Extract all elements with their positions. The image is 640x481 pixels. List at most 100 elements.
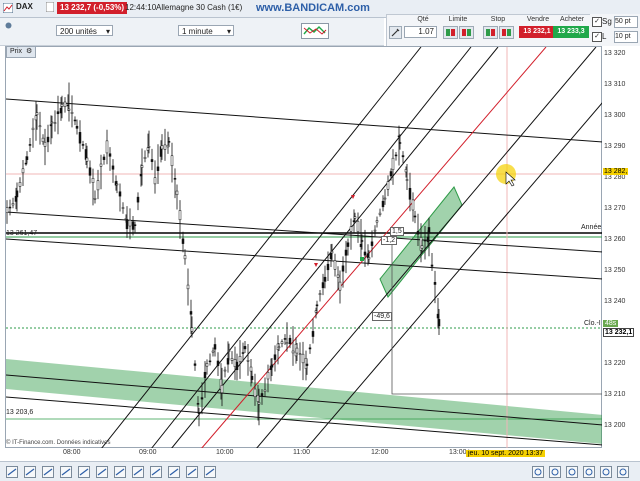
sg-checkbox[interactable]: ✓ [592, 17, 602, 27]
candle-body [38, 125, 42, 128]
l-value-input[interactable]: 10 pt [614, 31, 638, 43]
countdown-badge: 48s [603, 320, 619, 327]
measure-label-2: -49,6 [372, 312, 392, 321]
stop-edit-button[interactable] [499, 26, 514, 39]
candle-body [88, 167, 92, 176]
chart-toolbar: 200 unités ▾ 1 minute ▾ [0, 18, 384, 46]
candle-body [238, 356, 242, 362]
candle-body [56, 111, 60, 115]
regression-band [6, 359, 603, 444]
print-icon[interactable] [600, 466, 612, 480]
units-select[interactable]: 200 unités ▾ [56, 25, 113, 36]
lock-icon[interactable] [204, 466, 216, 480]
arrow-left-icon[interactable] [6, 466, 18, 480]
ellipse-icon[interactable] [150, 466, 162, 480]
qty-input[interactable]: 1.07 [404, 26, 437, 38]
close-icon[interactable] [617, 466, 629, 480]
time-tick: 08:00 [63, 449, 81, 456]
candle-body [133, 224, 137, 226]
candle-body [78, 132, 82, 144]
candle-body [411, 199, 415, 211]
candle-body [375, 220, 379, 223]
candle-body [336, 274, 340, 278]
interval-select[interactable]: 1 minute ▾ [178, 25, 234, 36]
zoom-in-icon[interactable] [532, 466, 544, 480]
eraser-icon[interactable] [186, 466, 198, 480]
trend-line [5, 98, 604, 143]
fib-icon[interactable] [132, 466, 144, 480]
l-checkbox[interactable]: ✓ [592, 32, 602, 42]
candle-body [147, 146, 151, 148]
candle-body [5, 207, 9, 213]
candle-body [257, 402, 261, 405]
fit-icon[interactable] [566, 466, 578, 480]
sg-label: Sg [602, 17, 612, 26]
candle-body [81, 144, 85, 146]
expand-icon[interactable] [583, 466, 595, 480]
candle-body [318, 293, 322, 296]
line-tool-icon[interactable] [42, 466, 54, 480]
measure-box [391, 237, 603, 395]
candle-body [321, 282, 325, 289]
candle-body [125, 219, 129, 230]
candle-body [298, 353, 302, 355]
buy-button[interactable]: 13 233,3 [553, 26, 589, 38]
candle-body [21, 168, 25, 174]
candle-body [93, 198, 97, 200]
price-tick: 13 290 [604, 143, 626, 150]
text-tool-icon[interactable] [114, 466, 126, 480]
candle-body [427, 227, 431, 234]
candle-body [378, 212, 382, 215]
hover-price-badge: 13 282, [603, 168, 629, 175]
candle-body [398, 142, 402, 144]
sl-settings: ✓ Sg 50 pt ✓ L 10 pt [590, 14, 640, 46]
candle-body [301, 353, 305, 364]
measure-icon[interactable] [168, 466, 180, 480]
indicators-icon [303, 26, 327, 35]
candle-body [99, 163, 103, 167]
zoom-out-icon[interactable] [549, 466, 561, 480]
time-tick: 09:00 [139, 449, 157, 456]
price-tick: 13 210 [604, 391, 626, 398]
stop-add-button[interactable] [483, 26, 498, 39]
indicators-button[interactable] [301, 23, 329, 39]
limit-edit-button[interactable] [459, 26, 474, 39]
candle-body [394, 154, 398, 157]
fork-icon[interactable] [60, 466, 72, 480]
time-tick: 11:00 [293, 449, 310, 456]
sg-value-input[interactable]: 50 pt [614, 16, 638, 28]
level-label-upper: 13 261,47 [6, 230, 38, 237]
candle-body [308, 347, 312, 350]
candle-body [128, 220, 132, 227]
time-tick: 10:00 [216, 449, 234, 456]
candle-body [223, 369, 227, 372]
candle-body [91, 178, 95, 183]
clock-label: 12:44:10 [125, 3, 157, 12]
candle-body [363, 251, 367, 256]
candle-body [70, 111, 74, 114]
candle-body [315, 304, 319, 307]
candle-body [227, 350, 231, 352]
zoom-icon[interactable] [24, 466, 36, 480]
candle-body [389, 171, 393, 177]
candle-body [50, 121, 54, 124]
candle-body [211, 350, 215, 353]
candle-body [386, 181, 390, 190]
candle-body [277, 346, 281, 349]
sell-button[interactable]: 13 232,1 [519, 26, 555, 38]
chart-canvas[interactable] [5, 46, 604, 450]
stop-label: Stop [490, 16, 506, 23]
channel-icon[interactable] [78, 466, 90, 480]
limit-add-button[interactable] [443, 26, 458, 39]
candle-body [288, 337, 292, 345]
candle-body [18, 182, 22, 187]
candle-body [241, 352, 245, 354]
tool-icon[interactable] [389, 26, 402, 41]
prix-tab[interactable]: Prix ⚙ [6, 46, 37, 58]
candle-body [323, 276, 327, 282]
pin-icon[interactable] [4, 21, 13, 32]
price-chart[interactable] [5, 46, 604, 450]
time-tick: 13:00 [449, 449, 467, 456]
rect-tool-icon[interactable] [96, 466, 108, 480]
candle-body [35, 112, 39, 116]
